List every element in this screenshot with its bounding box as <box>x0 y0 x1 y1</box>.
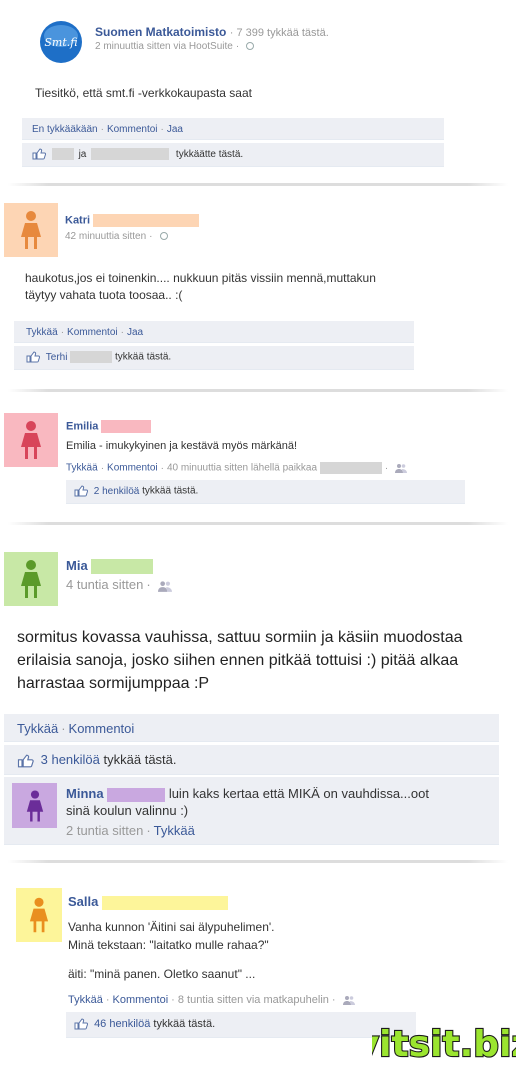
watermark-icon: vitsit.biz <box>372 1023 516 1066</box>
feed-divider <box>8 860 508 863</box>
comment-button[interactable]: Kommentoi <box>69 721 135 736</box>
likes-count-link[interactable]: 3 henkilöä <box>41 752 100 767</box>
comment-button[interactable]: Kommentoi <box>107 124 158 135</box>
friends-icon <box>157 580 172 592</box>
avatar[interactable] <box>16 888 62 942</box>
svg-text:Smt.fi: Smt.fi <box>44 36 77 49</box>
redacted-name <box>70 351 113 363</box>
likes-text: tykkää tästä. <box>115 351 172 363</box>
comment-text: sinä koulun valinnu :) <box>66 803 189 818</box>
likes-text: tykkää tästä. <box>103 752 177 767</box>
person-icon <box>21 560 41 598</box>
feed-divider <box>8 389 508 392</box>
person-icon <box>29 897 49 933</box>
comment-author-link[interactable]: Minna <box>66 786 104 801</box>
author-name-link[interactable]: Mia <box>66 558 88 573</box>
comment-meta[interactable]: 2 tuntia sitten <box>66 823 143 838</box>
likes-bar: 3 henkilöä tykkää tästä. <box>4 745 499 775</box>
like-button[interactable]: Tykkää <box>17 721 58 736</box>
person-icon <box>21 211 41 249</box>
page-likes-count: 7 399 tykkää tästä. <box>236 27 329 39</box>
friends-icon <box>395 464 408 473</box>
redacted-name <box>51 148 74 160</box>
feed-divider <box>8 183 508 186</box>
person-icon <box>26 789 43 822</box>
watermark-logo: vitsit.biz <box>372 1014 516 1066</box>
globe-icon <box>246 42 255 51</box>
post-text: haukotus,jos ei toinenkin.... nukkuun pi… <box>25 271 376 302</box>
svg-text:vitsit.biz: vitsit.biz <box>372 1024 516 1065</box>
post-text: Vanha kunnon 'Äitini sai älypuhelimen'. … <box>68 920 275 981</box>
likes-count-link[interactable]: 46 henkilöä <box>94 1018 150 1030</box>
likes-bar: ja tykkäätte tästä. <box>22 143 444 167</box>
comment-button[interactable]: Kommentoi <box>107 463 158 474</box>
likes-bar: 46 henkilöä tykkää tästä. <box>66 1012 416 1038</box>
share-button[interactable]: Jaa <box>127 327 143 338</box>
comment: Minna luin kaks kertaa että MIKÄ on vauh… <box>4 777 499 845</box>
liker-link[interactable]: Terhi <box>46 352 68 363</box>
like-comment-button[interactable]: Tykkää <box>154 823 195 838</box>
post-actions-bar: En tykkääkään · Kommentoi · Jaa <box>22 118 444 140</box>
like-button[interactable]: Tykkää <box>66 463 98 474</box>
redacted-name <box>91 559 154 575</box>
avatar[interactable] <box>4 413 58 467</box>
author-name-link[interactable]: Salla <box>68 894 98 909</box>
post-meta[interactable]: 4 tuntia sitten <box>66 577 143 592</box>
feed-divider <box>8 522 508 525</box>
likes-count-link[interactable]: 2 henkilöä <box>94 486 140 497</box>
comment-button[interactable]: Kommentoi <box>113 994 169 1006</box>
redacted-place <box>319 462 382 474</box>
likes-bar: Terhi tykkää tästä. <box>14 346 414 370</box>
avatar[interactable] <box>4 203 58 257</box>
post-text: sormitus kovassa vauhissa, sattuu sormii… <box>17 629 463 692</box>
post-actions-bar: Tykkää · Kommentoi · Jaa <box>14 321 414 343</box>
page-name-link[interactable]: Suomen Matkatoimisto <box>95 25 226 39</box>
likes-conjunction: ja <box>78 148 87 160</box>
post-meta[interactable]: 8 tuntia sitten via matkapuhelin <box>178 994 329 1006</box>
post-meta[interactable]: 42 minuuttia sitten <box>65 231 146 242</box>
author-name-link[interactable]: Emilia <box>66 420 98 432</box>
post-actions-bar: Tykkää · Kommentoi <box>4 714 499 742</box>
likes-text: tykkää tästä. <box>142 485 199 497</box>
redacted-name <box>101 895 228 910</box>
thumbs-up-icon <box>17 754 34 767</box>
likes-text: tykkäätte tästä. <box>175 148 244 160</box>
redacted-name <box>101 420 152 433</box>
avatar[interactable] <box>12 783 57 828</box>
share-button[interactable]: Jaa <box>167 124 183 135</box>
likes-text: tykkää tästä. <box>153 1018 216 1030</box>
redacted-name <box>107 787 166 802</box>
smt-logo-icon: Smt.fi <box>40 21 82 63</box>
like-button[interactable]: Tykkää <box>68 994 103 1006</box>
redacted-name <box>93 214 200 227</box>
thumbs-up-icon <box>26 351 40 363</box>
like-button[interactable]: Tykkää <box>26 327 58 338</box>
post-text: Tiesitkö, että smt.fi -verkkokaupasta sa… <box>35 86 252 100</box>
thumbs-up-icon <box>74 485 88 497</box>
comment-button[interactable]: Kommentoi <box>67 327 118 338</box>
unlike-button[interactable]: En tykkääkään <box>32 124 98 135</box>
smt-logo[interactable]: Smt.fi <box>37 18 85 66</box>
avatar[interactable] <box>4 552 58 606</box>
globe-icon <box>159 232 168 241</box>
comment-text: luin kaks kertaa että MIKÄ on vauhdissa.… <box>168 786 429 801</box>
post-text: Emilia - imukykyinen ja kestävä myös mär… <box>66 440 298 452</box>
post-meta[interactable]: 2 minuuttia sitten via HootSuite <box>95 41 233 52</box>
thumbs-up-icon <box>74 1018 88 1030</box>
likes-bar: 2 henkilöä tykkää tästä. <box>66 480 465 504</box>
author-name-link[interactable]: Katri <box>65 214 90 226</box>
person-icon <box>21 421 41 459</box>
redacted-name <box>91 148 170 160</box>
friends-icon <box>342 996 355 1006</box>
thumbs-up-icon <box>32 148 46 160</box>
post-meta[interactable]: 40 minuuttia sitten lähellä paikkaa <box>167 463 317 474</box>
